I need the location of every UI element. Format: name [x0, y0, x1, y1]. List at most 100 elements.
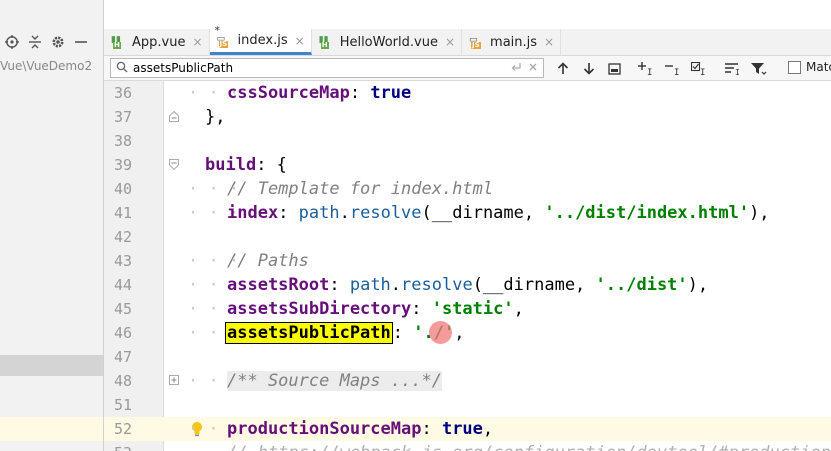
- code-line[interactable]: 48 · · ·/** Source Maps ...*/: [104, 369, 831, 393]
- code-token: build: [205, 155, 257, 175]
- code-text[interactable]: // Paths: [227, 249, 309, 273]
- file-type-badge: H: [320, 41, 329, 49]
- search-field-actions: [498, 62, 543, 75]
- line-number[interactable]: 37: [104, 105, 132, 129]
- line-number[interactable]: 51: [104, 393, 132, 417]
- code-token: : {: [256, 155, 287, 175]
- code-text[interactable]: /** Source Maps ...*/: [227, 369, 442, 393]
- remove-occurrence-icon[interactable]: I: [663, 59, 682, 78]
- tree-selected-row[interactable]: [0, 355, 103, 376]
- line-number[interactable]: 45: [104, 297, 132, 321]
- code-line[interactable]: 40 · · ·// Template for index.html: [104, 177, 831, 201]
- code-line[interactable]: 39 build: {: [104, 153, 831, 177]
- file-type-badge: JS: [471, 41, 481, 49]
- line-number[interactable]: 44: [104, 273, 132, 297]
- project-root-path[interactable]: Vue\VueDemo2: [0, 59, 103, 73]
- line-number[interactable]: 38: [104, 129, 132, 153]
- match-case-checkbox[interactable]: Matc: [788, 60, 831, 74]
- code-line[interactable]: 52 · · · productionSourceMap: true,: [104, 417, 831, 441]
- code-text[interactable]: assetsSubDirectory: 'static',: [227, 297, 524, 321]
- search-input[interactable]: [133, 60, 498, 76]
- tree-row[interactable]: [0, 417, 103, 441]
- crosshair-icon[interactable]: [3, 34, 20, 51]
- code-token: '../dist/index.html': [544, 203, 750, 223]
- close-icon[interactable]: ×: [445, 35, 455, 49]
- line-number[interactable]: 39: [104, 153, 132, 177]
- file-type-badge: JS: [218, 39, 229, 48]
- collapse-all-icon[interactable]: [26, 34, 43, 51]
- code-text[interactable]: productionSourceMap: true,: [227, 417, 493, 441]
- code-token: ),: [749, 203, 770, 223]
- line-number[interactable]: 36: [104, 81, 132, 105]
- line-number[interactable]: 53: [104, 441, 132, 451]
- code-token: /** Source Maps ...*/: [227, 371, 442, 391]
- line-number[interactable]: 40: [104, 177, 132, 201]
- svg-text:I: I: [674, 68, 679, 76]
- tab-index-js[interactable]: ▭ JS * index.js ×: [209, 24, 312, 55]
- code-token: :: [392, 323, 414, 343]
- select-all-occurrences-icon[interactable]: I: [689, 59, 708, 78]
- code-text[interactable]: build: {: [205, 153, 287, 177]
- search-icon[interactable]: [111, 61, 133, 76]
- line-number[interactable]: 47: [104, 345, 132, 369]
- tab-label: main.js: [490, 34, 538, 50]
- code-token: :: [329, 275, 350, 295]
- tab-main-js[interactable]: ▭ JS main.js ×: [462, 29, 562, 55]
- line-number[interactable]: 52: [104, 417, 132, 441]
- minimize-icon[interactable]: [72, 34, 89, 51]
- code-line[interactable]: 47: [104, 345, 831, 369]
- code-line[interactable]: 43 · · ·// Paths: [104, 249, 831, 273]
- fold-icon[interactable]: [169, 159, 179, 170]
- close-icon[interactable]: ×: [192, 35, 202, 49]
- code-line[interactable]: 53· · ·// https://webpack.js.org/configu…: [104, 441, 831, 451]
- code-line[interactable]: 42: [104, 225, 831, 249]
- line-number[interactable]: 41: [104, 201, 132, 225]
- line-number[interactable]: 43: [104, 249, 132, 273]
- code-text[interactable]: },: [205, 105, 225, 129]
- filter-options-icon[interactable]: I: [723, 59, 742, 78]
- funnel-icon[interactable]: [749, 59, 768, 78]
- line-number[interactable]: 48: [104, 369, 132, 393]
- tab-helloworld-vue[interactable]: ▮▮ H HelloWorld.vue ×: [312, 29, 463, 55]
- tab-label: App.vue: [132, 34, 186, 50]
- checkbox-box[interactable]: [788, 60, 801, 74]
- line-number[interactable]: 46: [104, 321, 132, 345]
- previous-occurrence-icon[interactable]: [553, 59, 572, 78]
- code-token: // Template for index.html: [227, 179, 494, 199]
- code-text[interactable]: index: path.resolve(__dirname, '../dist/…: [227, 201, 770, 225]
- add-occurrence-icon[interactable]: I: [636, 59, 655, 78]
- gear-icon[interactable]: [49, 34, 66, 51]
- code-text[interactable]: // https://webpack.js.org/configuration/…: [227, 441, 831, 451]
- line-number[interactable]: 42: [104, 225, 132, 249]
- next-occurrence-icon[interactable]: [579, 59, 598, 78]
- clear-icon[interactable]: [528, 62, 538, 75]
- search-field[interactable]: [110, 58, 544, 78]
- close-icon[interactable]: ×: [544, 35, 554, 49]
- code-line[interactable]: 51: [104, 393, 831, 417]
- code-line[interactable]: 44 · · · assetsRoot: path.resolve(__dirnam…: [104, 273, 831, 297]
- code-token: .: [390, 275, 402, 295]
- code-token: ,: [454, 323, 465, 343]
- find-in-selection-icon[interactable]: [605, 59, 624, 78]
- code-text[interactable]: cssSourceMap: true: [227, 81, 411, 105]
- search-match-highlight: assetsPublicPath: [225, 322, 393, 344]
- svg-text:I: I: [647, 68, 652, 76]
- code-token: assetsSubDirectory: [227, 299, 412, 319]
- code-line[interactable]: 46· · ·assetsPublicPath: './',: [104, 321, 831, 345]
- code-line[interactable]: 37},: [104, 105, 831, 129]
- expand-fold-icon[interactable]: [169, 375, 179, 386]
- close-icon[interactable]: ×: [295, 34, 305, 48]
- code-line[interactable]: 36 · · · cssSourceMap: true: [104, 81, 831, 105]
- code-editor[interactable]: 36 · · · cssSourceMap: true 37}, 38 39 build: …: [104, 81, 831, 451]
- code-line[interactable]: 41 · · · index: path.resolve(__dirname, '.…: [104, 201, 831, 225]
- fold-icon[interactable]: [169, 111, 179, 122]
- code-text[interactable]: // Template for index.html: [227, 177, 493, 201]
- js-file-icon: ▭ JS: [469, 35, 485, 49]
- code-token: },: [205, 107, 226, 127]
- tab-app-vue[interactable]: ▮▮ H App.vue ×: [104, 29, 210, 55]
- code-token: ),: [687, 275, 709, 295]
- code-line[interactable]: 45 · · · assetsSubDirectory: 'static',: [104, 297, 831, 321]
- code-line[interactable]: 38: [104, 129, 831, 153]
- new-line-icon[interactable]: [510, 62, 522, 75]
- code-text[interactable]: assetsRoot: path.resolve(__dirname, '../…: [227, 273, 708, 297]
